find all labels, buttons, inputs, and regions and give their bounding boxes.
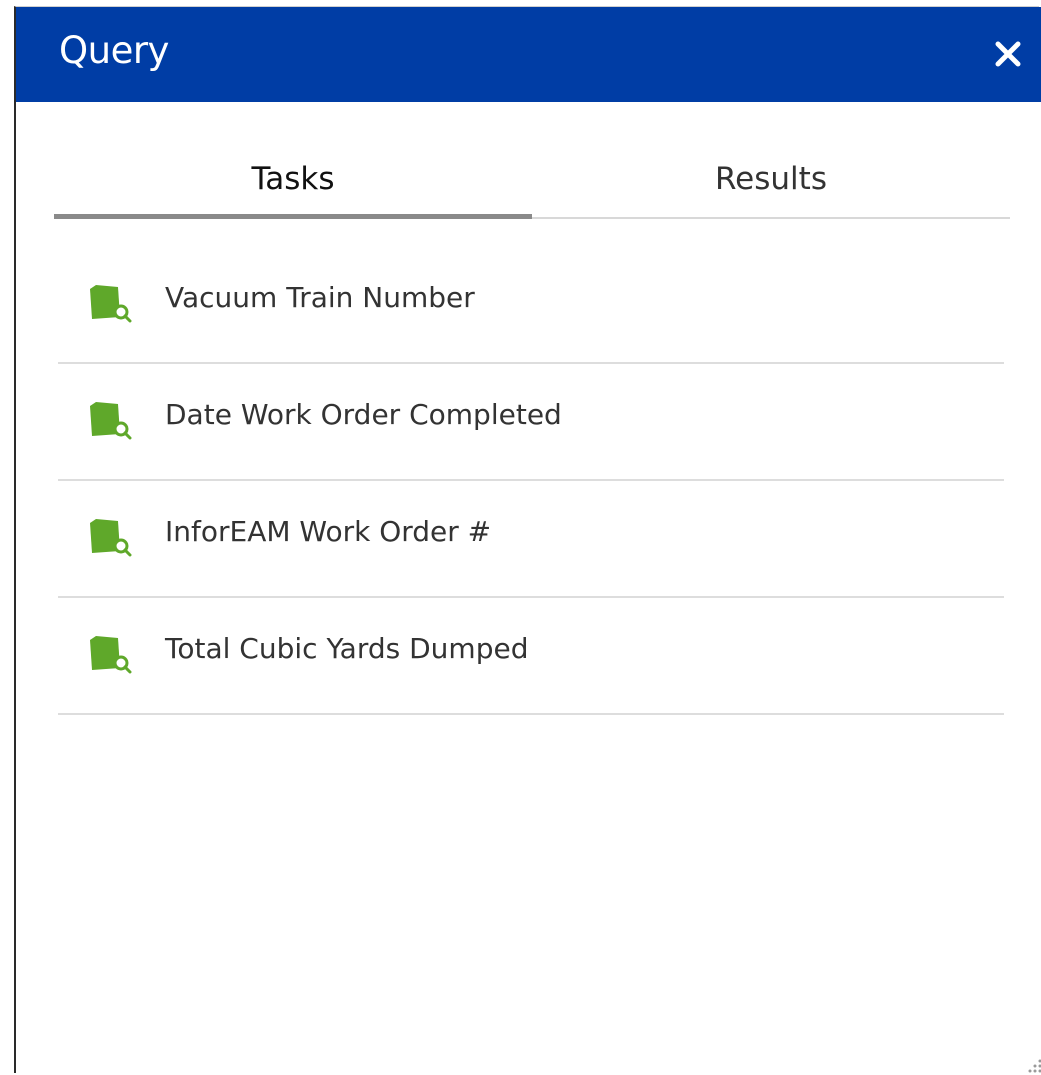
query-layer-icon	[88, 283, 134, 323]
task-label: Total Cubic Yards Dumped	[165, 632, 528, 665]
query-layer-icon	[88, 517, 134, 557]
task-label: Date Work Order Completed	[165, 398, 562, 431]
active-tab-indicator	[54, 214, 532, 219]
task-item-date-work-order-completed[interactable]: Date Work Order Completed	[58, 364, 1004, 481]
query-layer-icon	[88, 400, 134, 440]
task-item-infoream-work-order[interactable]: InforEAM Work Order #	[58, 481, 1004, 598]
panel-title: Query	[59, 29, 169, 72]
task-item-vacuum-train-number[interactable]: Vacuum Train Number	[58, 247, 1004, 364]
close-button[interactable]	[991, 37, 1025, 71]
task-list: Vacuum Train Number Date Work Order Comp…	[58, 247, 1004, 715]
title-bar: Query	[16, 7, 1041, 102]
task-label: InforEAM Work Order #	[165, 515, 491, 548]
tab-results[interactable]: Results	[532, 157, 1010, 217]
tab-bar: Tasks Results	[54, 157, 1010, 219]
query-panel: Query Tasks Results Vacuum Train Number	[14, 6, 1039, 1073]
query-layer-icon	[88, 634, 134, 674]
resize-grip-icon[interactable]	[1026, 1057, 1041, 1075]
close-icon	[991, 37, 1025, 71]
tab-tasks[interactable]: Tasks	[54, 157, 532, 217]
task-item-total-cubic-yards-dumped[interactable]: Total Cubic Yards Dumped	[58, 598, 1004, 715]
task-label: Vacuum Train Number	[165, 281, 475, 314]
